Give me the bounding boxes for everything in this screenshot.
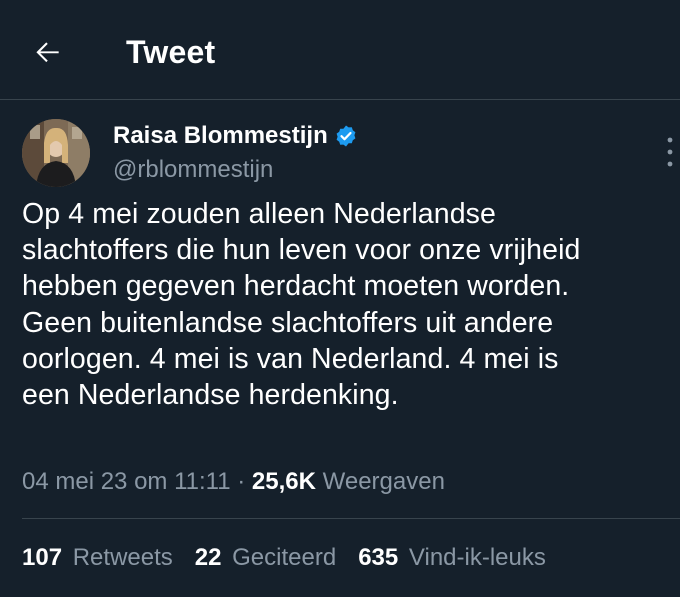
meta-separator: ·	[237, 468, 246, 495]
likes-count: 635	[358, 544, 399, 571]
retweets-count: 107	[22, 544, 63, 571]
back-button[interactable]	[28, 32, 68, 72]
engagement-stats: 107 Retweets 22 Geciteerd 635 Vind-ik-le…	[22, 542, 546, 574]
meta-divider	[22, 518, 680, 519]
author-handle[interactable]: @rblommestijn	[113, 154, 273, 186]
retweets-stat[interactable]: 107 Retweets	[22, 542, 173, 574]
tweet-timestamp[interactable]: 04 mei 23 om 11:11	[22, 468, 231, 495]
quotes-label: Geciteerd	[232, 544, 337, 571]
more-vertical-icon	[667, 137, 673, 167]
quotes-count: 22	[194, 544, 222, 571]
verified-badge-icon	[336, 125, 356, 147]
views-count: 25,6K	[251, 468, 316, 495]
header-divider	[0, 99, 680, 100]
more-button[interactable]	[664, 134, 680, 170]
author-name-text: Raisa Blommestijn	[113, 122, 328, 149]
likes-stat[interactable]: 635 Vind-ik-leuks	[358, 542, 546, 574]
page-title: Tweet	[126, 34, 216, 70]
likes-label: Vind-ik-leuks	[408, 544, 546, 571]
tweet-meta: 04 mei 23 om 11:11 · 25,6K Weergaven	[22, 466, 445, 498]
quotes-stat[interactable]: 22 Geciteerd	[195, 542, 336, 574]
retweets-label: Retweets	[72, 544, 173, 571]
top-app-bar: Tweet	[0, 0, 680, 100]
avatar-photo	[22, 119, 90, 187]
arrow-left-icon	[36, 42, 59, 63]
tweet-detail-screen: Tweet Raisa Blommestijn @rblommestijn Op	[0, 0, 680, 597]
author-name[interactable]: Raisa Blommestijn	[113, 120, 358, 152]
avatar[interactable]	[22, 119, 90, 187]
views-label: Weergaven	[322, 468, 445, 495]
tweet-text: Op 4 mei zouden alleen Nederlandse slach…	[22, 198, 581, 412]
